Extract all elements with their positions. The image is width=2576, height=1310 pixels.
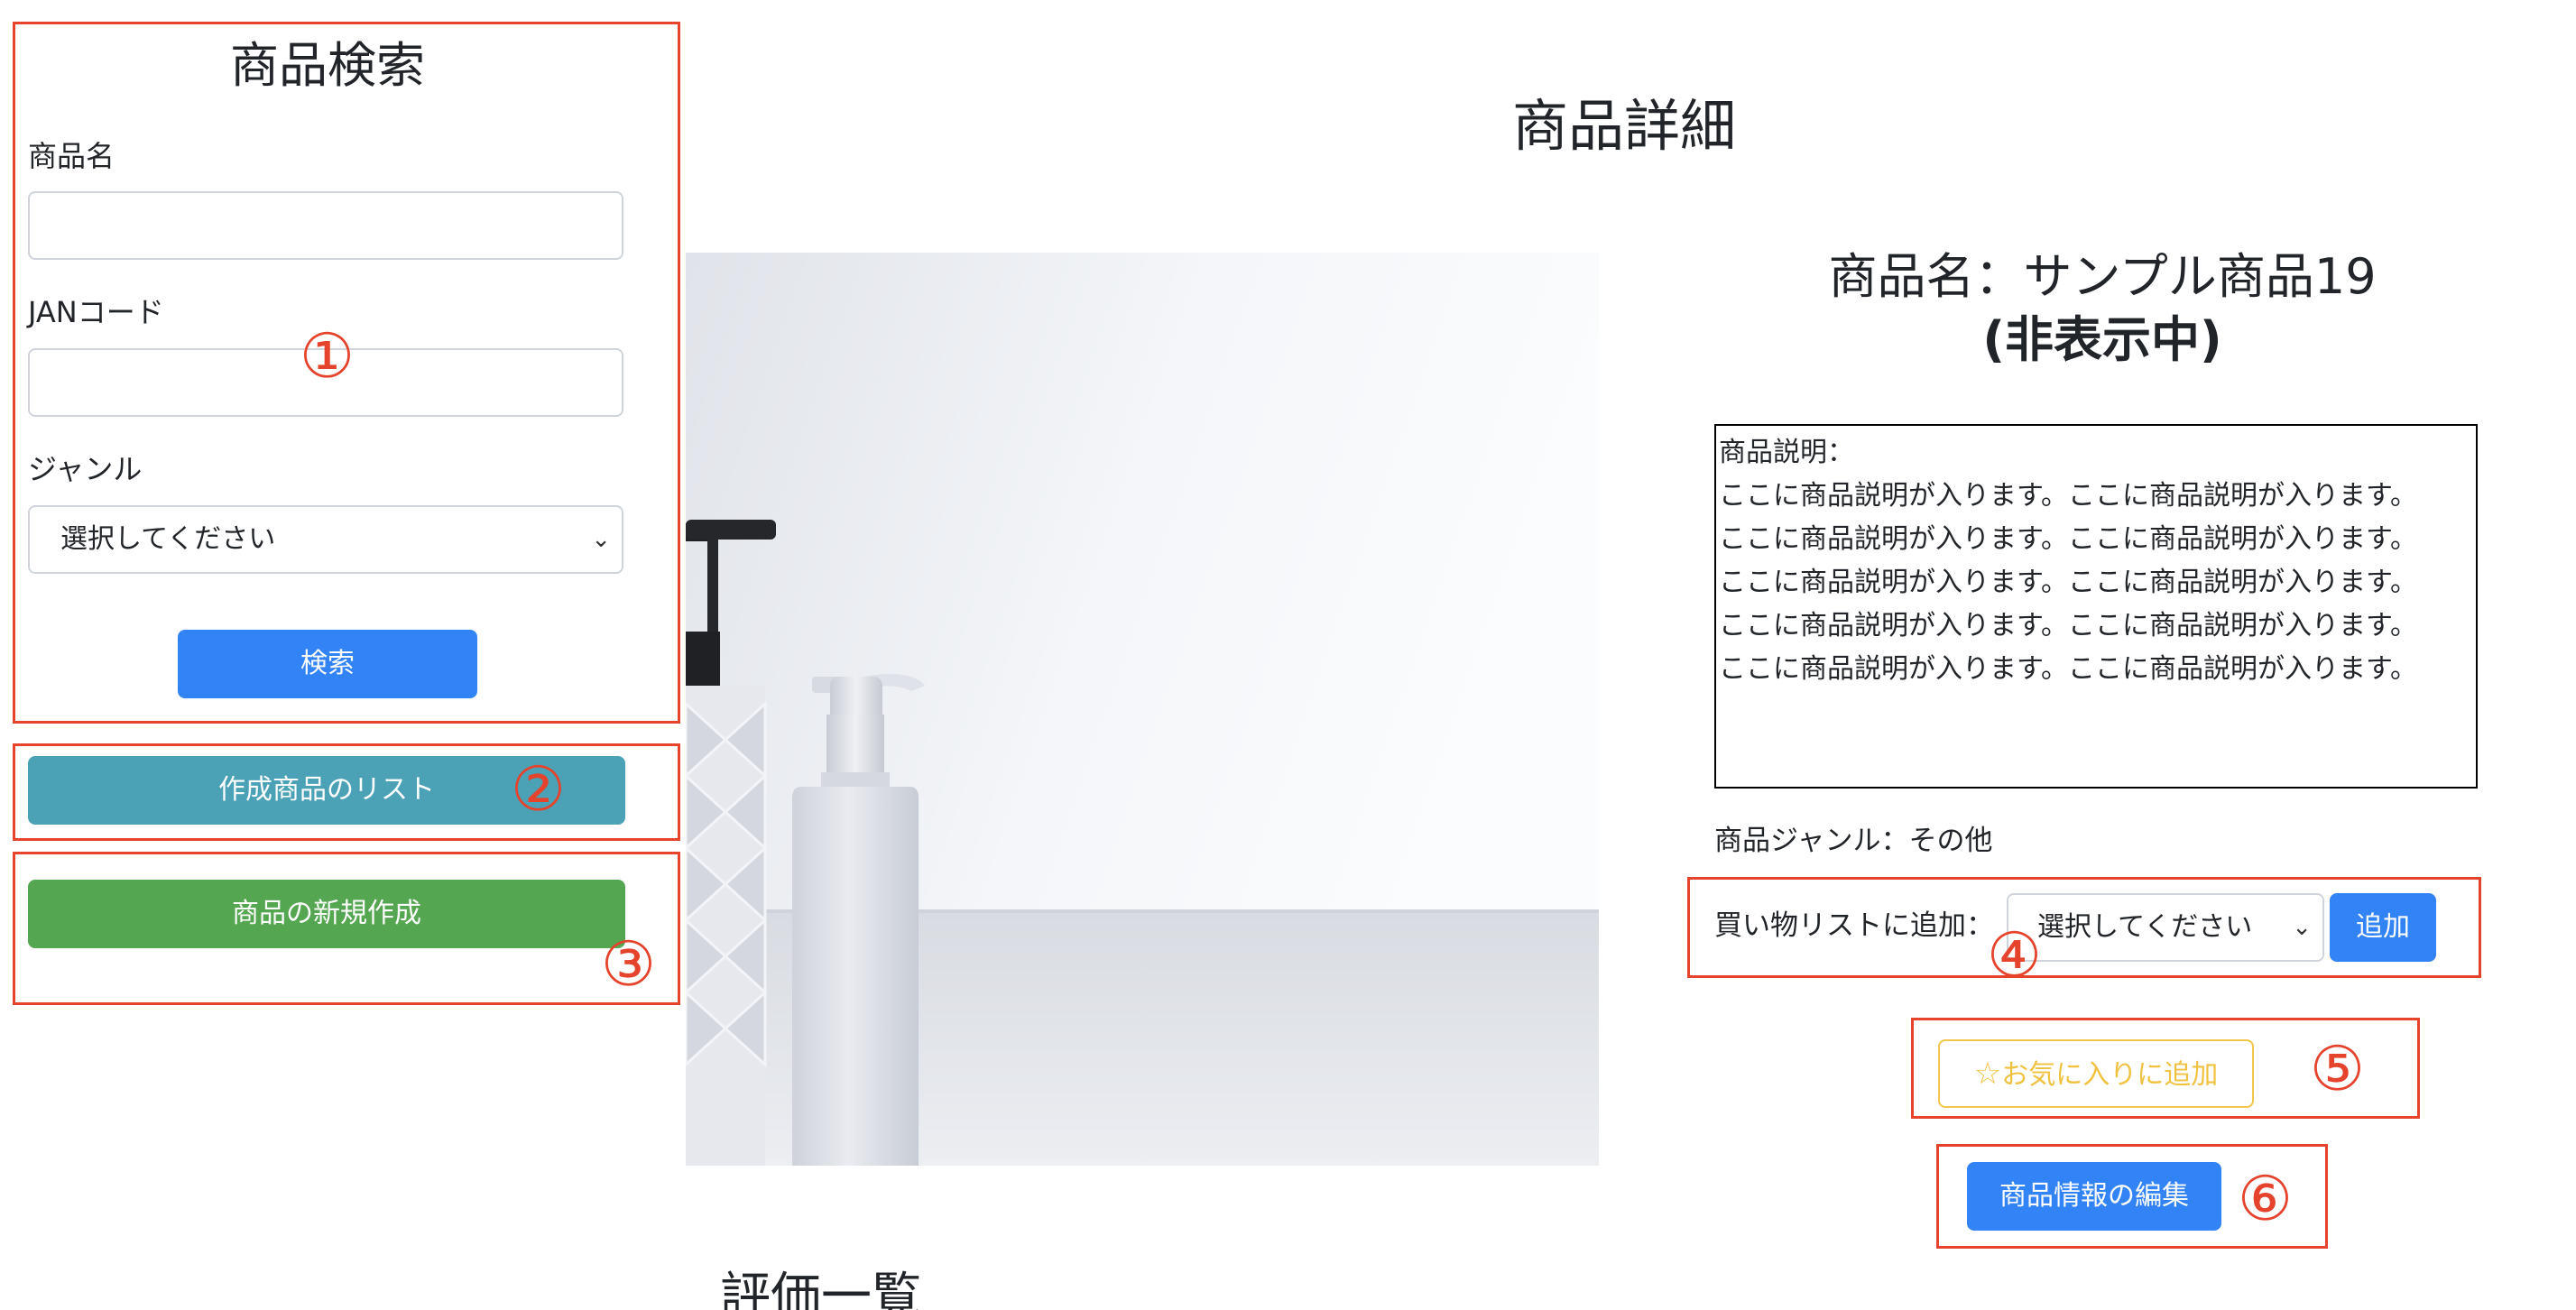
description-line: ここに商品説明が入ります。ここに商品説明が入ります。 [1719, 567, 2417, 598]
star-outline-icon: ☆ [1973, 1056, 2002, 1092]
description-label: 商品説明： [1719, 437, 1854, 468]
chevron-down-icon: ⌄ [591, 526, 611, 553]
reviews-heading: 評価一覧 [720, 1268, 922, 1310]
bottles-photo-icon [686, 253, 1599, 1166]
shopping-list-select-value: 選択してください [2037, 911, 2253, 943]
product-name-heading: 商品名：サンプル商品19 [1828, 248, 2377, 305]
edit-product-button[interactable]: 商品情報の編集 [1967, 1162, 2221, 1231]
genre-select[interactable]: 選択してください ⌄ [28, 505, 623, 574]
annotation-marker: ⑤ [2310, 1034, 2365, 1105]
product-name-input[interactable] [28, 191, 623, 260]
product-name-label: 商品名 [28, 139, 115, 173]
annotation-marker: ③ [601, 929, 656, 1001]
shopping-list-select[interactable]: 選択してください ⌄ [2007, 893, 2324, 962]
annotation-marker: ⑥ [2238, 1164, 2293, 1235]
annotation-marker: ② [511, 754, 566, 826]
add-to-list-button[interactable]: 追加 [2330, 893, 2436, 962]
chevron-down-icon: ⌄ [2292, 914, 2312, 941]
search-title: 商品検索 [230, 37, 425, 94]
product-visibility-status: (非表示中) [1982, 311, 2222, 368]
annotation-marker: ④ [1987, 920, 2042, 992]
genre-label: ジャンル [28, 452, 143, 486]
create-product-button[interactable]: 商品の新規作成 [28, 880, 625, 948]
page-title: 商品詳細 [1511, 93, 1736, 159]
jan-code-label: JANコード [28, 295, 164, 329]
add-favorite-label: お気に入りに追加 [2001, 1059, 2219, 1091]
description-line: ここに商品説明が入ります。ここに商品説明が入ります。 [1719, 480, 2417, 512]
annotation-marker: ① [300, 321, 355, 392]
product-description: 商品説明： ここに商品説明が入ります。ここに商品説明が入ります。 ここに商品説明… [1714, 424, 2478, 789]
product-genre: 商品ジャンル：その他 [1714, 825, 1993, 857]
shopping-list-label: 買い物リストに追加： [1714, 909, 1994, 942]
description-line: ここに商品説明が入ります。ここに商品説明が入ります。 [1719, 610, 2417, 641]
description-line: ここに商品説明が入ります。ここに商品説明が入ります。 [1719, 653, 2417, 685]
description-line: ここに商品説明が入ります。ここに商品説明が入ります。 [1719, 523, 2417, 555]
product-image [686, 253, 1599, 1166]
search-button[interactable]: 検索 [178, 630, 477, 698]
add-favorite-button[interactable]: ☆お気に入りに追加 [1938, 1039, 2254, 1108]
genre-select-value: 選択してください [60, 523, 276, 555]
